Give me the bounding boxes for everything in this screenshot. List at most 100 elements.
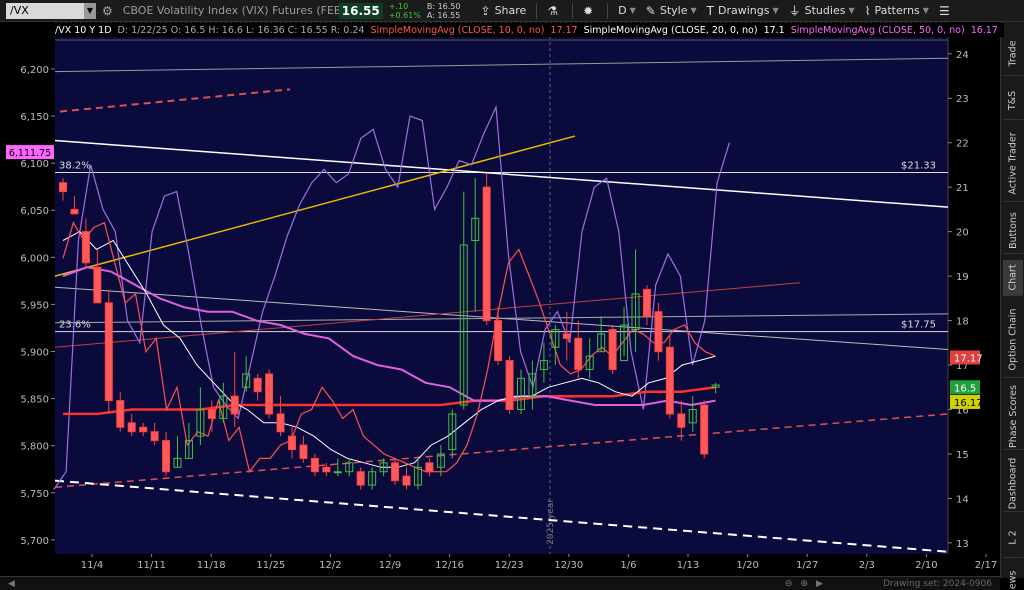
x-axis-label: 2/10	[915, 560, 937, 571]
zoom-in-icon[interactable]: ⊕	[800, 579, 808, 589]
chevron-down-icon: ▼	[690, 6, 697, 15]
tab-trade[interactable]: Trade	[1003, 32, 1023, 76]
x-axis-label: 11/11	[137, 560, 166, 571]
candle-body[interactable]	[116, 400, 125, 428]
chevron-down-icon: ▼	[629, 6, 636, 15]
toolbar-divider	[536, 2, 538, 19]
candle-body[interactable]	[162, 440, 171, 473]
candle-body[interactable]	[207, 408, 216, 419]
share-label: Share	[494, 4, 527, 17]
candle-body[interactable]	[665, 346, 674, 415]
tab-option-chain[interactable]: Option Chain	[1003, 302, 1023, 378]
left-axis-label: 6,050	[20, 206, 49, 217]
candle-body[interactable]	[608, 328, 617, 370]
settings-button[interactable]: ✹	[583, 4, 597, 18]
drawings-label: Drawings	[717, 4, 770, 17]
candle-body[interactable]	[127, 422, 136, 433]
candle-body[interactable]	[139, 426, 148, 433]
candle-body[interactable]	[425, 462, 434, 473]
candle-body[interactable]	[104, 302, 113, 402]
candle-body[interactable]	[310, 457, 319, 473]
candle-body[interactable]	[288, 435, 296, 451]
candle-body[interactable]	[276, 413, 285, 433]
patterns-button[interactable]: ⌇ Patterns ▼	[865, 4, 929, 18]
left-axis-label: 6,150	[20, 112, 49, 123]
candle-body[interactable]	[59, 182, 67, 193]
candle-body[interactable]	[654, 311, 663, 353]
symbol-input[interactable]: /VX ▼	[6, 2, 96, 19]
change-block: +.10 +0.61%	[389, 2, 421, 20]
drawing-set-label: Drawing set: 2024-0906	[883, 578, 992, 589]
candle-body[interactable]	[299, 444, 308, 459]
candle-body[interactable]	[391, 462, 400, 482]
share-button[interactable]: ⇪ Share	[481, 4, 527, 18]
period-button[interactable]: D ▼	[618, 4, 636, 17]
candle-body[interactable]	[322, 466, 331, 473]
chevron-down-icon[interactable]: ▼	[84, 2, 96, 19]
right-sidebar-tabs: Trade T&S Active Trader Buttons Chart Option …	[1000, 22, 1024, 590]
tab-news[interactable]: News	[1003, 564, 1023, 590]
tab-label: T&S	[1007, 90, 1019, 111]
candle-body[interactable]	[402, 475, 411, 486]
x-axis-label: 11/18	[197, 560, 226, 571]
percent-change: +0.61%	[388, 10, 421, 20]
candle-body[interactable]	[70, 208, 79, 215]
left-axis-label: 5,850	[20, 395, 49, 406]
tab-active-trader[interactable]: Active Trader	[1003, 126, 1023, 202]
tab-phase-scores[interactable]: Phase Scores	[1003, 384, 1023, 450]
candle-body[interactable]	[356, 471, 365, 486]
more-button[interactable]: ☰	[939, 4, 954, 18]
scroll-left-icon[interactable]: ◀	[8, 579, 15, 589]
price-chart[interactable]: 6,200 6,150 6,100 6,050 6,000 5,950 5,900 5,850…	[0, 22, 1000, 576]
studies-icon: ⏚	[788, 4, 801, 18]
left-axis-label: 6,200	[20, 65, 49, 76]
sma20-label[interactable]: SimpleMovingAvg (CLOSE, 20, 0, no)	[584, 25, 758, 36]
candle-body[interactable]	[482, 186, 491, 322]
price-badge-label: 16.17	[954, 398, 983, 409]
chevron-down-icon: ▼	[848, 6, 855, 15]
style-label: Style	[659, 4, 688, 17]
candle-body[interactable]	[494, 320, 503, 362]
candle-body[interactable]	[333, 471, 342, 474]
x-axis-label: 1/27	[796, 560, 818, 571]
studies-button[interactable]: ⏚ Studies ▼	[789, 2, 855, 19]
symbol-text: /VX	[10, 3, 29, 17]
zoom-out-icon[interactable]: ⊖	[785, 579, 793, 589]
candle-body[interactable]	[81, 231, 90, 264]
toolbar-divider	[607, 2, 609, 19]
tab-buttons[interactable]: Buttons	[1003, 208, 1023, 254]
gear-icon: ✹	[583, 3, 594, 18]
sma10-label[interactable]: SimpleMovingAvg (CLOSE, 10, 0, no)	[370, 25, 544, 36]
chevron-down-icon: ▼	[922, 6, 929, 15]
left-axis-label: 5,700	[20, 536, 49, 547]
x-axis-label: 12/16	[435, 560, 464, 571]
tab-t-s[interactable]: T&S	[1003, 82, 1023, 120]
drawings-button[interactable]: T Drawings ▼	[707, 4, 779, 18]
left-axis-label: 6,000	[20, 253, 49, 264]
candle-body[interactable]	[505, 360, 514, 410]
sma50-label[interactable]: SimpleMovingAvg (CLOSE, 50, 0, no)	[791, 25, 965, 36]
candle-body[interactable]	[93, 266, 102, 304]
candle-body[interactable]	[253, 377, 262, 393]
style-button[interactable]: ✎ Style ▼	[646, 4, 697, 18]
chart-label: /VX 10 Y 1D	[55, 24, 112, 36]
tab-dashboard[interactable]: Dashboard	[1003, 456, 1023, 512]
patterns-label: Patterns	[874, 4, 920, 17]
candle-body[interactable]	[642, 288, 651, 317]
tab-l-2[interactable]: L 2	[1003, 518, 1023, 558]
studies-flask-button[interactable]: ⚗	[547, 4, 562, 18]
year-separator-label: 2025 year	[546, 499, 556, 545]
candle-body[interactable]	[677, 413, 686, 428]
period-label: D	[618, 4, 627, 17]
tab-chart[interactable]: Chart	[1003, 260, 1023, 296]
candle-body[interactable]	[700, 404, 709, 455]
candle-body[interactable]	[150, 431, 159, 442]
scroll-right-icon[interactable]: ▶	[816, 579, 823, 589]
candle-body[interactable]	[562, 333, 571, 339]
right-axis-label: 15	[956, 450, 969, 461]
candle-body[interactable]	[574, 337, 583, 370]
candle-body[interactable]	[230, 395, 239, 415]
tab-label: Phase Scores	[1007, 385, 1019, 448]
candle-body[interactable]	[265, 373, 274, 415]
gear-icon[interactable]: ⚙	[102, 4, 113, 18]
